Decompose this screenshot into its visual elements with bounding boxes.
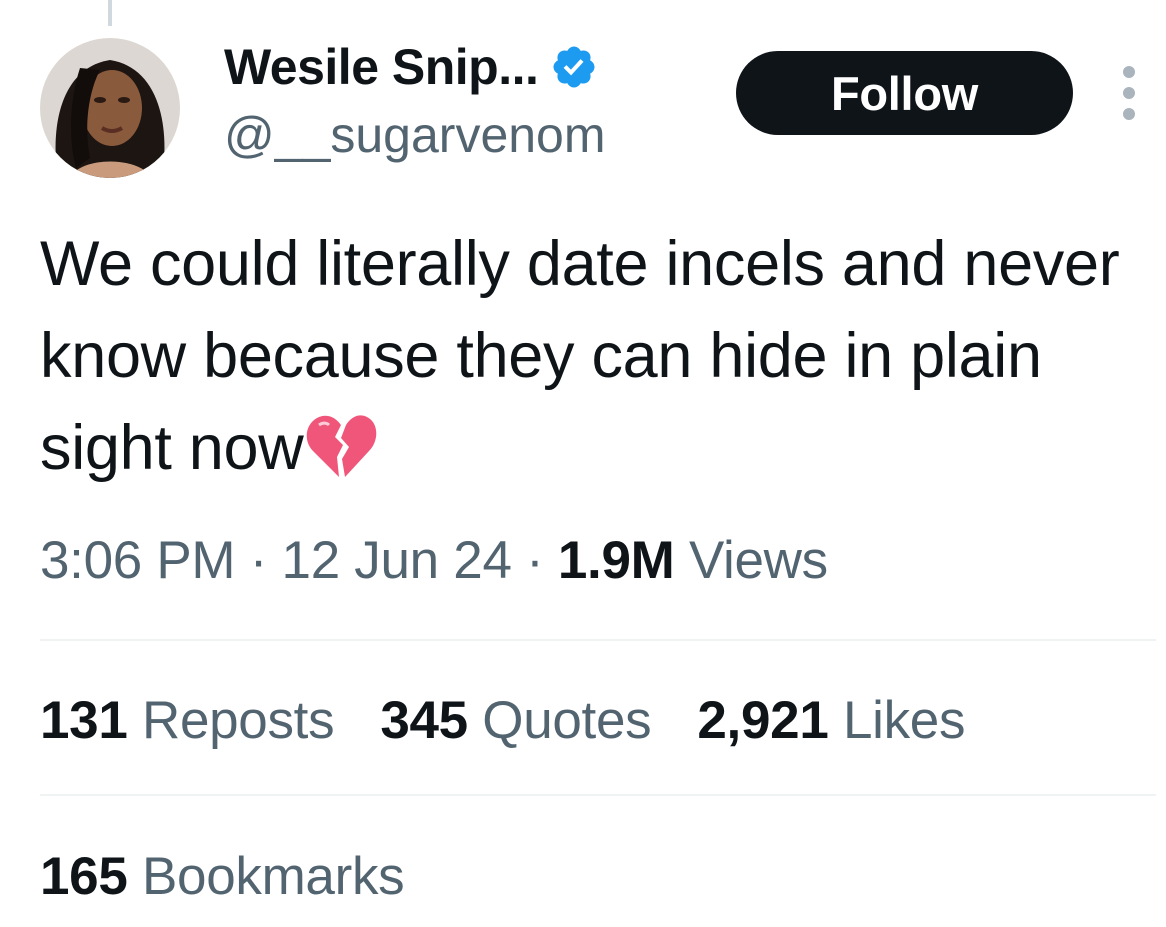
bookmarks-count: 165: [40, 847, 128, 906]
display-name[interactable]: Wesile Snip...: [224, 38, 539, 96]
more-dot: [1123, 87, 1135, 99]
meta-separator: ·: [526, 531, 544, 590]
more-dot: [1123, 108, 1135, 120]
quotes-label: Quotes: [482, 691, 652, 750]
thread-connector-line: [108, 0, 112, 26]
tweet-text: We could literally date incels and never…: [40, 218, 1150, 504]
author-handle[interactable]: @__sugarvenom: [224, 106, 606, 164]
quotes-count: 345: [380, 691, 468, 750]
views-label: Views: [688, 531, 828, 590]
divider: [40, 794, 1156, 796]
quotes-stat[interactable]: 345 Quotes: [380, 690, 651, 751]
reposts-count: 131: [40, 691, 128, 750]
likes-count: 2,921: [697, 691, 829, 750]
avatar[interactable]: [40, 38, 180, 178]
bookmarks-label: Bookmarks: [141, 847, 405, 906]
reposts-stat[interactable]: 131 Reposts: [40, 690, 335, 751]
verified-badge-icon[interactable]: [550, 43, 598, 91]
tweet-date[interactable]: 12 Jun 24: [282, 531, 512, 590]
bookmarks-stat[interactable]: 165 Bookmarks: [40, 846, 405, 907]
tweet-time[interactable]: 3:06 PM: [40, 531, 236, 590]
meta-separator: ·: [249, 531, 268, 590]
divider: [40, 639, 1156, 641]
likes-stat[interactable]: 2,921 Likes: [697, 690, 965, 751]
tweet-meta: 3:06 PM · 12 Jun 24 · 1.9M Views: [40, 530, 828, 591]
reposts-label: Reposts: [141, 691, 335, 750]
follow-button[interactable]: Follow: [736, 51, 1073, 135]
broken-heart-icon: [305, 411, 377, 504]
more-dot: [1123, 66, 1135, 78]
more-options-icon[interactable]: [1114, 66, 1144, 120]
author-name-row[interactable]: Wesile Snip...: [224, 36, 598, 98]
views-count: 1.9M: [557, 531, 675, 590]
likes-label: Likes: [842, 691, 966, 750]
engagement-stats: 131 Reposts 345 Quotes 2,921 Likes: [40, 690, 965, 751]
tweet-body: We could literally date incels and never…: [40, 229, 1120, 483]
avatar-image: [40, 38, 180, 178]
